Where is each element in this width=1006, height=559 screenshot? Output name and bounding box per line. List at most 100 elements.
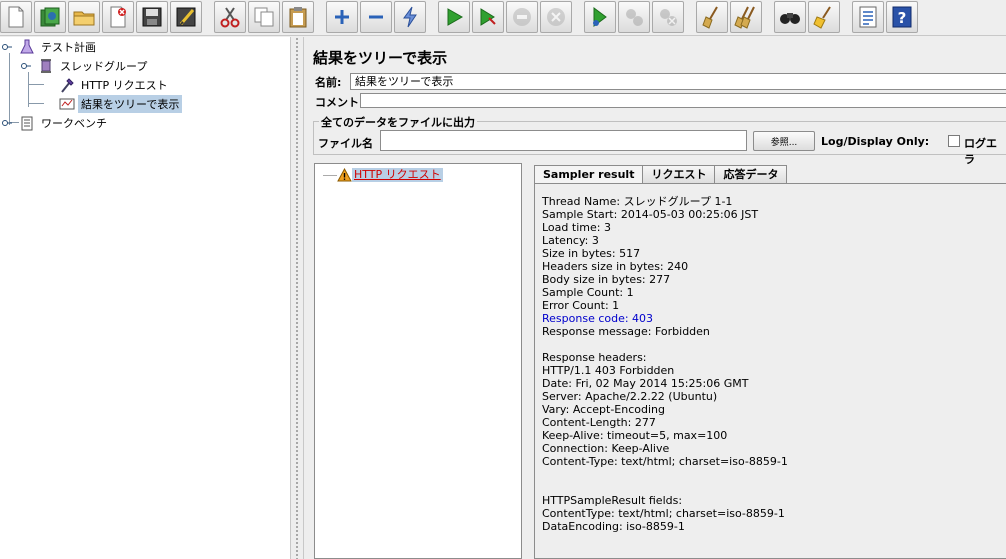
open-button[interactable]	[68, 1, 100, 33]
result-line: Response message: Forbidden	[542, 325, 710, 338]
templates-button[interactable]	[34, 1, 66, 33]
tree-item-test-plan[interactable]: テスト計画	[2, 38, 99, 56]
help-icon: ?	[892, 6, 912, 28]
tab-sampler-result[interactable]: Sampler result	[534, 165, 644, 183]
result-line: Response code: 403	[542, 312, 654, 325]
result-line	[542, 338, 788, 351]
remote-start-icon	[593, 7, 607, 27]
remote-stop-button[interactable]	[618, 1, 650, 33]
copy-button[interactable]	[248, 1, 280, 33]
search-button[interactable]	[774, 1, 806, 33]
clear-all-button[interactable]	[730, 1, 762, 33]
result-line: Keep-Alive: timeout=5, max=100	[542, 429, 728, 442]
result-line: Body size in bytes: 277	[542, 273, 671, 286]
pipette-icon	[58, 76, 76, 94]
tree-connector	[323, 175, 337, 176]
expand-icon	[335, 10, 349, 24]
start-no-pause-icon	[480, 8, 496, 26]
tree-item-thread-group[interactable]: スレッドグループ	[21, 57, 150, 75]
browse-button[interactable]: 参照...	[753, 131, 815, 151]
errors-checkbox[interactable]	[948, 135, 960, 147]
name-field[interactable]: 結果をツリーで表示	[350, 73, 1006, 90]
tab-request[interactable]: リクエスト	[642, 165, 716, 183]
start-button[interactable]	[438, 1, 470, 33]
remote-stop-icon	[626, 9, 643, 26]
clear-button[interactable]	[696, 1, 728, 33]
tree-item-http-request[interactable]: HTTP リクエスト	[58, 76, 171, 94]
flask-icon	[18, 38, 36, 56]
tree-expand-handle-icon[interactable]	[21, 61, 31, 71]
start-no-pause-button[interactable]	[472, 1, 504, 33]
open-icon	[73, 11, 95, 26]
result-line: Response headers:	[542, 351, 647, 364]
result-item-label: HTTP リクエスト	[352, 168, 443, 182]
result-tabs: Sampler result リクエスト 応答データ	[534, 165, 788, 183]
toggle-button[interactable]	[394, 1, 426, 33]
results-tree-icon	[58, 95, 76, 113]
search-icon	[780, 13, 800, 24]
close-button[interactable]	[102, 1, 134, 33]
expand-button[interactable]	[326, 1, 358, 33]
tree-connector	[28, 72, 29, 107]
shutdown-button[interactable]	[540, 1, 572, 33]
tree-item-label: 結果をツリーで表示	[78, 95, 183, 113]
result-line: Vary: Accept-Encoding	[542, 403, 665, 416]
file-name-field[interactable]	[380, 130, 747, 151]
comment-field[interactable]	[360, 93, 1006, 108]
save-as-button[interactable]	[170, 1, 202, 33]
help-button[interactable]: ?	[886, 1, 918, 33]
stop-button[interactable]	[506, 1, 538, 33]
comment-label: コメント:	[315, 96, 364, 109]
result-line: Server: Apache/2.2.22 (Ubuntu)	[542, 390, 718, 403]
clear-all-icon	[734, 6, 755, 29]
result-line: Headers size in bytes: 240	[542, 260, 689, 273]
svg-text:?: ?	[898, 9, 907, 27]
function-helper-button[interactable]	[852, 1, 884, 33]
tree-item-view-results-tree[interactable]: 結果をツリーで表示	[58, 95, 183, 113]
copy-icon	[254, 7, 274, 27]
reset-search-icon	[813, 6, 831, 29]
reset-search-button[interactable]	[808, 1, 840, 33]
toolbar: ?	[0, 0, 1006, 36]
result-line: DataEncoding: iso-8859-1	[542, 520, 685, 533]
tree-item-label: テスト計画	[41, 41, 96, 54]
templates-icon	[40, 7, 60, 27]
warning-icon	[337, 168, 352, 182]
remote-shutdown-button[interactable]	[652, 1, 684, 33]
spool-icon	[37, 57, 55, 75]
result-line: HTTP/1.1 403 Forbidden	[542, 364, 675, 377]
tree-expand-handle-icon[interactable]	[2, 118, 12, 128]
result-line	[542, 481, 788, 494]
sampler-result-pane: Thread Name: スレッドグループ 1-1 Sample Start: 2…	[534, 183, 1006, 559]
save-button[interactable]	[136, 1, 168, 33]
result-line	[542, 468, 788, 481]
tree-connector	[28, 103, 44, 104]
result-line: Size in bytes: 517	[542, 247, 641, 260]
toggle-icon	[403, 6, 417, 28]
cut-icon	[220, 7, 240, 28]
paste-button[interactable]	[282, 1, 314, 33]
tree-item-label: ワークベンチ	[41, 117, 107, 130]
result-line: Sample Start: 2014-05-03 00:25:06 JST	[542, 208, 759, 221]
sampler-result-text[interactable]: Thread Name: スレッドグループ 1-1 Sample Start: 2…	[542, 195, 788, 533]
cut-button[interactable]	[214, 1, 246, 33]
result-line: ContentType: text/html; charset=iso-8859…	[542, 507, 785, 520]
tab-response-data[interactable]: 応答データ	[714, 165, 788, 183]
result-line: HTTPSampleResult fields:	[542, 494, 683, 507]
test-plan-tree: テスト計画 スレッドグループ HTTP リクエスト 結果をツリーで表示 ワークベ…	[0, 37, 290, 559]
remote-start-button[interactable]	[584, 1, 616, 33]
result-item[interactable]: HTTP リクエスト	[337, 167, 443, 183]
tree-expand-handle-icon[interactable]	[2, 42, 12, 52]
result-line: Sample Count: 1	[542, 286, 634, 299]
page-title: 結果をツリーで表示	[313, 49, 448, 67]
tree-item-workbench[interactable]: ワークベンチ	[2, 114, 110, 132]
shutdown-icon	[547, 8, 565, 26]
new-button[interactable]	[0, 1, 32, 33]
collapse-icon	[369, 15, 383, 19]
save-as-icon	[176, 7, 196, 27]
collapse-button[interactable]	[360, 1, 392, 33]
split-pane-divider[interactable]	[290, 37, 304, 559]
result-line: Connection: Keep-Alive	[542, 442, 670, 455]
errors-checkbox-label: ログエラ	[964, 137, 997, 166]
view-results-tree-panel: 結果をツリーで表示 名前: 結果をツリーで表示 コメント: 全てのデータをファイ…	[305, 37, 1006, 559]
